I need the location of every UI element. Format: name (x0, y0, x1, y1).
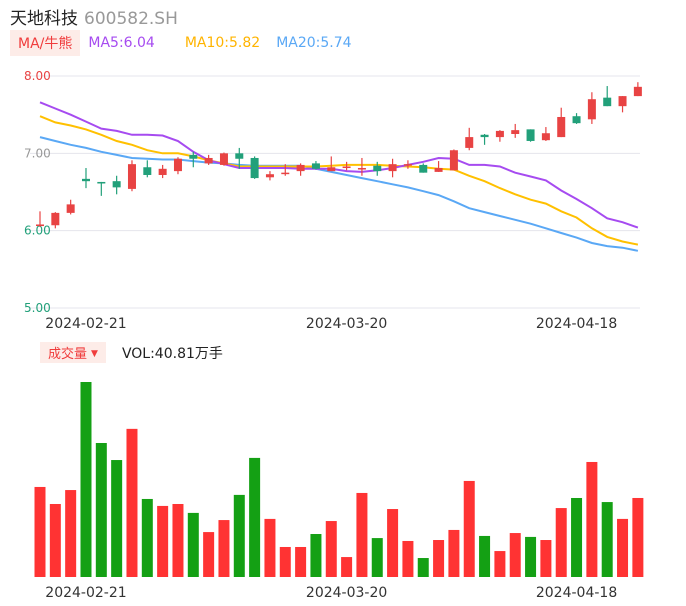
volume-bar (571, 497, 583, 577)
candle-body (97, 181, 106, 184)
volume-bar (34, 486, 46, 577)
x-tick-label: 2024-02-21 (45, 585, 126, 601)
candle-body (143, 167, 152, 175)
volume-bar (448, 529, 460, 577)
candle-body (587, 99, 596, 120)
candle-body (357, 168, 366, 170)
volume-bar (325, 521, 337, 577)
candle-body (618, 96, 627, 107)
candle-body (189, 154, 198, 159)
volume-bar (111, 460, 123, 577)
candle-body (204, 157, 213, 164)
candle-body (158, 168, 167, 175)
volume-bar (402, 540, 414, 577)
candle-body (51, 212, 60, 226)
y-tick-label: 8.00 (24, 69, 51, 83)
candle-body (572, 116, 581, 124)
volume-bar (233, 494, 245, 577)
volume-bar (387, 509, 399, 577)
volume-bar (371, 538, 383, 577)
volume-bar (601, 502, 613, 577)
volume-bar (356, 492, 368, 577)
volume-bar (65, 490, 77, 577)
candle-body (511, 130, 520, 134)
candle-body (219, 153, 228, 165)
volume-bar (433, 540, 445, 577)
candle-body (541, 133, 550, 141)
candle-body (265, 174, 274, 178)
candle-body (281, 172, 290, 175)
candle-body (250, 157, 259, 179)
candle-body (495, 130, 504, 138)
candle-body (327, 167, 336, 172)
volume-bar (295, 546, 307, 577)
y-tick-label: 5.00 (24, 301, 51, 315)
candle-body (81, 178, 90, 182)
candle-body (419, 164, 428, 173)
candle-body (465, 137, 474, 148)
volume-bar (341, 557, 353, 577)
volume-bar (632, 497, 644, 577)
x-tick-label: 2024-03-20 (306, 316, 387, 332)
stock-chart-widget: 天地科技 600582.SH MA/牛熊 MA5:6.04 MA10:5.82 M… (0, 0, 686, 606)
volume-bar (141, 498, 153, 577)
volume-bar (310, 534, 322, 577)
candle-body (127, 164, 136, 189)
volume-bar (463, 480, 475, 577)
candle-body (557, 116, 566, 138)
candle-body (403, 164, 412, 166)
candle-body (36, 224, 44, 227)
x-tick-label: 2024-04-18 (536, 585, 617, 601)
volume-bar (540, 540, 552, 577)
candle-body (235, 153, 244, 159)
x-tick-label: 2024-04-18 (536, 316, 617, 332)
ma20-line (39, 136, 639, 252)
volume-bar (264, 518, 276, 577)
candle-body (296, 164, 305, 172)
x-tick-label: 2024-02-21 (45, 316, 126, 332)
candle-body (373, 165, 382, 172)
candle-body (434, 168, 443, 172)
volume-bar (494, 551, 506, 577)
volume-bar (417, 558, 429, 577)
volume-bar (49, 503, 61, 577)
volume-bar (95, 442, 107, 577)
candle-body (112, 181, 121, 188)
volume-bar (126, 428, 138, 577)
candle-body (342, 166, 351, 169)
candle-body (173, 158, 182, 172)
y-tick-label: 7.00 (24, 146, 51, 160)
volume-bar (218, 520, 230, 577)
volume-bar (157, 505, 169, 577)
candle-body (480, 134, 489, 138)
candle-body (311, 163, 320, 169)
candle-body (526, 129, 535, 141)
volume-bar (187, 512, 199, 577)
volume-bar (203, 532, 215, 577)
candle-body (388, 164, 397, 172)
x-tick-label: 2024-03-20 (306, 585, 387, 601)
volume-bar (509, 533, 521, 577)
volume-bar (80, 382, 92, 577)
candle-body (603, 97, 612, 107)
volume-bar (525, 536, 537, 577)
candle-body (449, 150, 458, 171)
volume-bar (479, 535, 491, 577)
candle-body (633, 86, 642, 97)
volume-bar (249, 457, 261, 577)
candle-body (66, 204, 75, 213)
volume-bar (172, 503, 184, 577)
candlestick-chart[interactable]: 8.007.006.005.002024-02-212024-02-212024… (0, 0, 686, 606)
volume-bar (586, 461, 598, 577)
volume-bar (279, 546, 291, 577)
volume-bar (555, 508, 567, 577)
volume-bar (617, 518, 629, 577)
